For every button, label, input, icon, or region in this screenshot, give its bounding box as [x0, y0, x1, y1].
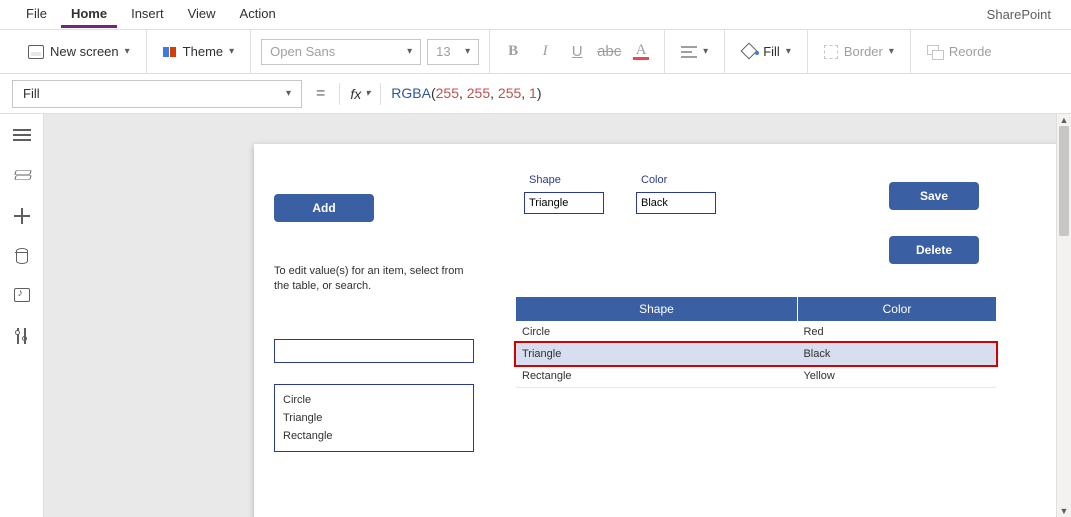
advanced-tools-icon[interactable] — [13, 328, 31, 342]
chevron-down-icon: ▾ — [125, 46, 130, 57]
canvas-area: Add Save Delete Shape Color To edit valu… — [44, 114, 1071, 517]
shape-input[interactable] — [524, 192, 604, 214]
brand-label: SharePoint — [987, 7, 1055, 22]
property-select[interactable]: Fill ▾ — [12, 80, 302, 108]
equals-label: = — [312, 85, 329, 103]
vertical-scrollbar[interactable]: ▲ ▼ — [1056, 114, 1071, 517]
menu-insert[interactable]: Insert — [121, 2, 174, 28]
ribbon: New screen ▾ Theme ▾ Open Sans ▾ 13 ▾ B … — [0, 30, 1071, 74]
menu-file[interactable]: File — [16, 2, 57, 28]
table-row[interactable]: Circle Red — [516, 321, 996, 343]
menu-bar: File Home Insert View Action SharePoint — [0, 0, 1071, 30]
reorder-button[interactable]: Reorde — [921, 40, 998, 63]
left-rail — [0, 114, 44, 517]
fill-button[interactable]: Fill ▾ — [735, 40, 797, 63]
border-button[interactable]: Border ▾ — [818, 40, 900, 63]
table-row[interactable]: Rectangle Yellow — [516, 365, 996, 387]
insert-icon[interactable] — [13, 208, 31, 222]
list-item[interactable]: Triangle — [283, 409, 465, 427]
scroll-down-icon[interactable]: ▼ — [1057, 506, 1071, 516]
new-screen-label: New screen — [50, 44, 119, 59]
border-icon — [824, 45, 838, 59]
col-header-shape[interactable]: Shape — [516, 297, 797, 321]
formula-input[interactable]: RGBA(255, 255, 255, 1) — [391, 85, 1059, 102]
col-header-color[interactable]: Color — [797, 297, 996, 321]
shape-listbox[interactable]: Circle Triangle Rectangle — [274, 384, 474, 452]
delete-button[interactable]: Delete — [889, 236, 979, 264]
font-family-value: Open Sans — [270, 44, 335, 59]
underline-button[interactable]: U — [564, 43, 590, 60]
chevron-down-icon: ▾ — [889, 46, 894, 57]
font-color-icon: A — [636, 43, 647, 57]
chevron-down-icon: ▾ — [786, 46, 791, 57]
scroll-up-icon[interactable]: ▲ — [1057, 115, 1071, 125]
chevron-down-icon: ▾ — [286, 88, 291, 99]
main-area: Add Save Delete Shape Color To edit valu… — [0, 114, 1071, 517]
menu-view[interactable]: View — [178, 2, 226, 28]
data-icon[interactable] — [13, 248, 31, 262]
menu-bar-items: File Home Insert View Action — [16, 2, 286, 28]
bold-button[interactable]: B — [500, 43, 526, 60]
formula-bar: Fill ▾ = fx ▾ RGBA(255, 255, 255, 1) — [0, 74, 1071, 114]
align-button[interactable]: ▾ — [675, 42, 714, 62]
formula-fn: RGBA — [391, 85, 431, 101]
search-input[interactable] — [274, 339, 474, 363]
save-button[interactable]: Save — [889, 182, 979, 210]
font-size-select[interactable]: 13 ▾ — [427, 39, 479, 65]
fill-label: Fill — [763, 44, 780, 59]
hamburger-icon[interactable] — [13, 128, 31, 142]
align-icon — [681, 46, 697, 58]
color-input[interactable] — [636, 192, 716, 214]
strikethrough-button[interactable]: abc — [596, 43, 622, 60]
property-value: Fill — [23, 86, 40, 101]
chevron-down-icon: ▾ — [229, 46, 234, 57]
list-item[interactable]: Circle — [283, 391, 465, 409]
fx-button[interactable]: fx ▾ — [350, 86, 370, 102]
chevron-down-icon: ▾ — [407, 46, 412, 57]
hint-text: To edit value(s) for an item, select fro… — [274, 264, 464, 294]
font-size-value: 13 — [436, 44, 450, 59]
table-row[interactable]: Triangle Black — [516, 343, 996, 365]
tree-view-icon[interactable] — [13, 168, 31, 182]
app-canvas[interactable]: Add Save Delete Shape Color To edit valu… — [254, 144, 1071, 517]
add-button[interactable]: Add — [274, 194, 374, 222]
menu-action[interactable]: Action — [230, 2, 286, 28]
app-preview: Add Save Delete Shape Color To edit valu… — [254, 144, 1071, 517]
shape-field-label: Shape — [529, 174, 561, 186]
font-family-select[interactable]: Open Sans ▾ — [261, 39, 421, 65]
chevron-down-icon: ▾ — [465, 46, 470, 57]
scroll-thumb[interactable] — [1059, 126, 1069, 236]
new-screen-button[interactable]: New screen ▾ — [22, 40, 136, 63]
list-item[interactable]: Rectangle — [283, 427, 465, 445]
border-label: Border — [844, 44, 883, 59]
menu-home[interactable]: Home — [61, 2, 117, 28]
fill-icon — [741, 45, 757, 59]
media-icon[interactable] — [14, 288, 30, 302]
italic-button[interactable]: I — [532, 43, 558, 60]
font-color-button[interactable]: A — [628, 43, 654, 60]
color-field-label: Color — [641, 174, 667, 186]
screen-icon — [28, 45, 44, 59]
theme-button[interactable]: Theme ▾ — [157, 40, 241, 63]
reorder-icon — [927, 45, 943, 59]
reorder-label: Reorde — [949, 44, 992, 59]
theme-label: Theme — [183, 44, 223, 59]
theme-icon — [163, 45, 177, 59]
fx-label: fx — [350, 86, 361, 102]
data-table[interactable]: Shape Color Circle Red Triangle Black — [516, 297, 996, 388]
chevron-down-icon: ▾ — [703, 46, 708, 57]
chevron-down-icon: ▾ — [365, 88, 370, 99]
font-color-swatch — [633, 57, 649, 60]
